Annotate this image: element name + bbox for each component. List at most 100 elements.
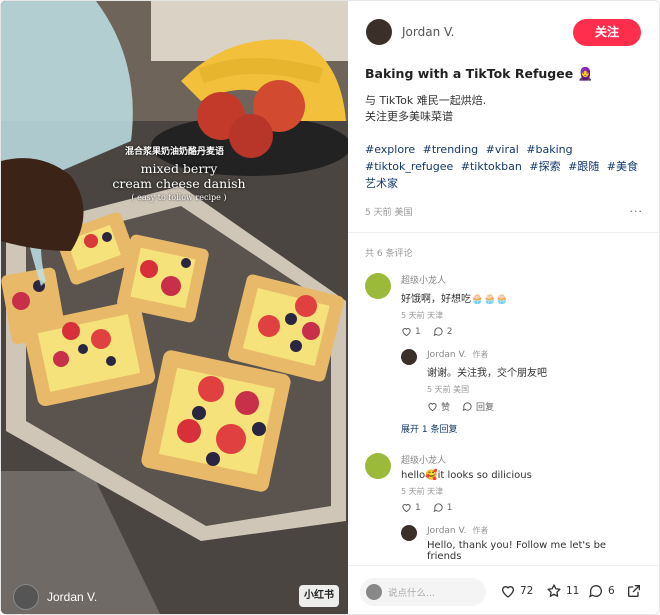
comment-author[interactable]: 超级小龙人 xyxy=(401,273,643,286)
post-content-scroll[interactable]: Baking with a TikTok Refugee 🧕 与 TikTok … xyxy=(348,57,659,565)
media-author-name[interactable]: Jordan V. xyxy=(47,590,97,604)
comment-item: 超级小龙人 hello🥰it looks so dilicious 5 天前 天… xyxy=(365,453,643,562)
post-detail-window: 混合浆果奶油奶酪丹麦语 mixed berry cream cheese dan… xyxy=(0,0,660,615)
comment-meta: 5 天前 天津 xyxy=(401,487,444,496)
tag-link[interactable]: #跟随 xyxy=(568,160,599,173)
reply-text: Hello, thank you! Follow me let's be fri… xyxy=(427,540,607,562)
author-name[interactable]: Jordan V. xyxy=(402,25,454,39)
post-author[interactable]: Jordan V. xyxy=(366,19,454,45)
post-description-line1: 与 TikTok 难民一起烘焙. xyxy=(365,94,487,107)
media-author[interactable]: Jordan V. xyxy=(13,584,97,610)
reply-body: Jordan V. 作者 谢谢。关注我，交个朋友吧 5 天前 美国 赞 回复 xyxy=(427,349,643,413)
avatar[interactable] xyxy=(365,453,391,479)
comment-item: 超级小龙人 好饿啊，好想吃🧁🧁🧁 5 天前 天津 1 2 Jordan V. 作… xyxy=(365,273,643,435)
comment-input[interactable]: 说点什么... xyxy=(360,578,486,606)
avatar[interactable] xyxy=(401,525,417,541)
overlay-title-line1: mixed berry xyxy=(140,161,218,176)
comment-like-button[interactable]: 1 xyxy=(401,326,421,337)
like-button[interactable]: 72 xyxy=(500,583,533,599)
author-badge: 作者 xyxy=(472,350,489,359)
collect-button[interactable]: 11 xyxy=(546,583,579,599)
follow-button[interactable]: 关注 xyxy=(573,19,641,46)
more-options-icon[interactable]: ··· xyxy=(630,205,644,218)
reply-author: Jordan V. 作者 xyxy=(427,525,643,536)
heart-icon xyxy=(402,328,411,337)
avatar[interactable] xyxy=(13,584,39,610)
reply-item: Jordan V. 作者 Hello, thank you! Follow me … xyxy=(401,525,643,562)
reply-reply-label: 回复 xyxy=(476,403,495,413)
expand-replies-link[interactable]: 展开 1 条回复 xyxy=(401,422,643,435)
tag-link[interactable]: #trending xyxy=(423,143,479,156)
overlay-chinese-caption: 混合浆果奶油奶酪丹麦语 xyxy=(125,147,225,157)
comment-icon xyxy=(433,327,443,336)
collect-count: 11 xyxy=(566,585,580,597)
heart-icon xyxy=(501,586,515,598)
reply-author-name[interactable]: Jordan V. xyxy=(427,526,466,536)
avatar[interactable] xyxy=(366,19,392,45)
post-media[interactable]: 混合浆果奶油奶酪丹麦语 mixed berry cream cheese dan… xyxy=(1,1,348,614)
reply-text: 谢谢。关注我，交个朋友吧 xyxy=(427,368,547,379)
comment-like-count: 1 xyxy=(415,326,421,337)
reply-body: Jordan V. 作者 Hello, thank you! Follow me … xyxy=(427,525,643,562)
avatar[interactable] xyxy=(365,273,391,299)
reply-meta: 5 天前 美国 xyxy=(427,385,470,394)
post-tags: #explore #trending #viral #baking #tikto… xyxy=(365,141,643,192)
comment-reply-button[interactable]: 1 xyxy=(433,502,453,513)
overlay-subtitle: ( easy to follow recipe ) xyxy=(131,193,227,202)
comment-body: 超级小龙人 好饿啊，好想吃🧁🧁🧁 5 天前 天津 1 2 Jordan V. 作… xyxy=(401,273,643,435)
comment-text: hello🥰it looks so dilicious xyxy=(401,470,532,481)
tag-link[interactable]: #viral xyxy=(486,143,519,156)
post-side-panel: Jordan V. 关注 Baking with a TikTok Refuge… xyxy=(348,1,659,614)
tag-link[interactable]: #tiktokban xyxy=(461,160,522,173)
comment-like-count: 1 xyxy=(415,502,421,513)
comment-count: 共 6 条评论 xyxy=(365,249,413,259)
comment-count-bottom: 6 xyxy=(608,585,615,597)
author-badge: 作者 xyxy=(472,526,489,535)
post-time-location: 5 天前 美国 xyxy=(365,208,413,218)
comment-icon xyxy=(588,585,602,598)
divider xyxy=(348,232,659,233)
comment-reply-count: 1 xyxy=(446,502,453,513)
heart-icon xyxy=(402,504,411,513)
share-button[interactable] xyxy=(626,583,642,599)
engagement-bar: 说点什么... 72 11 6 xyxy=(348,565,659,614)
comment-button[interactable]: 6 xyxy=(588,583,615,599)
tag-link[interactable]: #探索 xyxy=(529,160,560,173)
avatar xyxy=(366,584,382,600)
tag-link[interactable]: #baking xyxy=(526,143,572,156)
reply-like-label: 赞 xyxy=(441,403,451,413)
post-meta: 5 天前 美国 ··· xyxy=(365,205,643,218)
overlay-title: mixed berry cream cheese danish xyxy=(109,161,249,191)
comment-meta: 5 天前 天津 xyxy=(401,311,444,320)
share-icon xyxy=(628,585,640,597)
reply-actions: 赞 回复 xyxy=(427,400,643,413)
reply-author-name[interactable]: Jordan V. xyxy=(427,350,466,360)
heart-icon xyxy=(428,403,437,412)
danish-photo xyxy=(1,1,348,614)
avatar[interactable] xyxy=(401,349,417,365)
comment-body: 超级小龙人 hello🥰it looks so dilicious 5 天前 天… xyxy=(401,453,643,562)
xiaohongshu-watermark: 小红书 xyxy=(299,585,339,607)
comment-reply-button[interactable]: 2 xyxy=(433,326,453,337)
overlay-title-line2: cream cheese danish xyxy=(112,176,246,191)
tag-link[interactable]: #tiktok_refugee xyxy=(365,160,453,173)
comment-icon xyxy=(433,503,443,512)
tag-link[interactable]: #explore xyxy=(365,143,415,156)
like-count: 72 xyxy=(520,585,534,597)
post-title: Baking with a TikTok Refugee 🧕 xyxy=(365,66,594,81)
comment-icon xyxy=(462,402,472,411)
reply-reply-button[interactable]: 回复 xyxy=(462,400,494,413)
comment-actions: 1 1 xyxy=(401,502,643,513)
comment-like-button[interactable]: 1 xyxy=(401,502,421,513)
post-description-line2: 关注更多美味菜谱 xyxy=(365,110,453,123)
reply-like-button[interactable]: 赞 xyxy=(427,400,450,413)
comment-author[interactable]: 超级小龙人 xyxy=(401,453,643,466)
reply-author: Jordan V. 作者 xyxy=(427,349,643,360)
comment-text: 好饿啊，好想吃🧁🧁🧁 xyxy=(401,294,509,305)
comment-reply-count: 2 xyxy=(446,326,453,337)
comment-input-placeholder: 说点什么... xyxy=(388,588,436,599)
star-icon xyxy=(547,584,561,597)
comment-actions: 1 2 xyxy=(401,326,643,337)
reply-item: Jordan V. 作者 谢谢。关注我，交个朋友吧 5 天前 美国 赞 回复 xyxy=(401,349,643,413)
post-description: 与 TikTok 难民一起烘焙. 关注更多美味菜谱 xyxy=(365,93,643,125)
